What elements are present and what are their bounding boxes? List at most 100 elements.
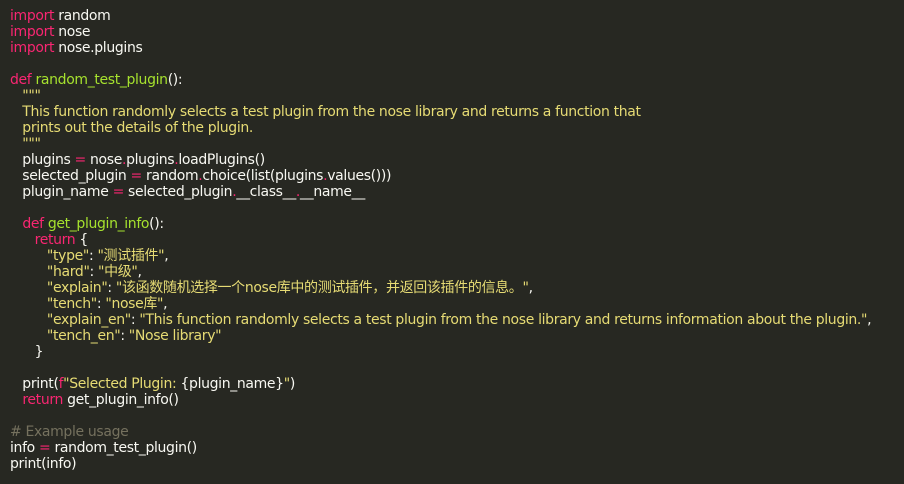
code-token-str: """ — [10, 88, 41, 104]
code-token-tx — [10, 312, 47, 328]
code-token-str: This function randomly selects a test pl… — [10, 104, 641, 120]
code-token-tx: __class__ — [236, 184, 296, 200]
code-editor[interactable]: import random import nose import nose.plug… — [0, 0, 904, 484]
code-token-str: "该函数随机选择一个nose库中的测试插件，并返回该插件的信息。" — [115, 280, 529, 296]
code-token-kw: def — [10, 72, 32, 88]
code-token-cm: # Example usage — [10, 424, 129, 440]
code-token-str: "tench" — [46, 296, 97, 312]
code-token-tx: info — [10, 440, 39, 456]
code-token-tx: print(info) — [10, 456, 77, 472]
code-token-tx: (): — [167, 72, 183, 88]
code-line: "tench": "nose库", — [10, 296, 904, 312]
code-token-tx: { — [75, 232, 88, 248]
code-line: import nose.plugins — [10, 40, 904, 56]
code-token-str: "中级" — [98, 264, 138, 280]
code-token-tx: random_test_plugin() — [50, 440, 197, 456]
code-token-tx: values())) — [327, 168, 392, 184]
code-token-tx: nose — [54, 24, 91, 40]
code-token-tx — [10, 248, 47, 264]
code-token-tx: , — [867, 312, 872, 328]
code-line: "type": "测试插件", — [10, 248, 904, 264]
code-token-str: "This function randomly selects a test p… — [139, 312, 868, 328]
code-token-tx: : — [89, 264, 99, 280]
code-token-kw: import — [10, 8, 55, 24]
code-line: # Example usage — [10, 424, 904, 440]
code-line: def get_plugin_info(): — [10, 216, 904, 232]
code-line: plugin_name = selected_plugin.__class__.… — [10, 184, 904, 200]
code-line: return get_plugin_info() — [10, 392, 904, 408]
code-token-tx — [10, 264, 47, 280]
code-token-tx: random — [54, 8, 111, 24]
code-line: "explain": "该函数随机选择一个nose库中的测试插件，并返回该插件的… — [10, 280, 904, 296]
code-token-str: "explain" — [46, 280, 108, 296]
code-line: print(f"Selected Plugin: {plugin_name}") — [10, 376, 904, 392]
code-token-tx: , — [528, 280, 533, 296]
code-token-tx: nose.plugins — [54, 40, 143, 56]
code-token-kw: = — [74, 152, 87, 168]
code-token-tx — [10, 296, 47, 312]
code-token-fn: get_plugin_info — [47, 216, 150, 232]
code-token-str: """ — [10, 136, 41, 152]
code-token-tx — [10, 216, 22, 232]
code-token-tx: ) — [289, 376, 295, 392]
code-line: def random_test_plugin(): — [10, 72, 904, 88]
code-token-tx: : — [107, 280, 116, 296]
code-token-tx: plugins — [126, 152, 175, 168]
code-token-tx: print( — [10, 376, 59, 392]
code-line: info = random_test_plugin() — [10, 440, 904, 456]
code-token-str: "explain_en" — [46, 312, 131, 328]
code-token-tx — [10, 392, 22, 408]
code-token-str: "hard" — [46, 264, 90, 280]
code-token-tx: plugins — [10, 152, 75, 168]
code-token-str: "Nose library" — [128, 328, 222, 344]
code-token-tx: } — [10, 344, 44, 360]
code-line: """ — [10, 136, 904, 152]
code-token-tx: selected_plugin — [10, 168, 131, 184]
code-line: "hard": "中级", — [10, 264, 904, 280]
code-token-tx — [10, 232, 35, 248]
code-token-tx: random — [141, 168, 199, 184]
code-token-str: "测试插件" — [97, 248, 165, 264]
code-line: import random — [10, 8, 904, 24]
code-line: plugins = nose.plugins.loadPlugins() — [10, 152, 904, 168]
code-token-kw: def — [22, 216, 44, 232]
code-token-tx: nose — [85, 152, 122, 168]
code-token-str: prints out the details of the plugin. — [10, 120, 254, 136]
code-line: print(info) — [10, 456, 904, 472]
code-token-str: "Selected Plugin: — [63, 376, 181, 392]
code-token-kw: return — [22, 392, 64, 408]
code-token-kw: = — [130, 168, 143, 184]
code-line: This function randomly selects a test pl… — [10, 104, 904, 120]
code-token-fn: random_test_plugin — [35, 72, 169, 88]
code-line: import nose — [10, 24, 904, 40]
code-line: prints out the details of the plugin. — [10, 120, 904, 136]
code-token-kw: import — [10, 40, 55, 56]
code-line: selected_plugin = random.choice(list(plu… — [10, 168, 904, 184]
code-line: "explain_en": "This function randomly se… — [10, 312, 904, 328]
code-token-str: "tench_en" — [46, 328, 121, 344]
code-token-str: "nose库" — [105, 296, 164, 312]
code-token-kw: return — [34, 232, 76, 248]
code-token-tx — [10, 328, 47, 344]
code-line: } — [10, 344, 904, 360]
code-token-tx: loadPlugins() — [178, 152, 265, 168]
code-line: return { — [10, 232, 904, 248]
code-token-kw: import — [10, 24, 55, 40]
code-token-tx: , — [137, 264, 142, 280]
code-token-tx: __name__ — [300, 184, 365, 200]
code-token-kw: = — [38, 440, 51, 456]
code-token-tx: choice(list(plugins — [202, 168, 324, 184]
code-token-tx: (): — [149, 216, 164, 232]
code-token-tx — [10, 280, 47, 296]
code-token-tx: selected_plugin — [123, 184, 233, 200]
code-token-tx: , — [164, 248, 169, 264]
code-token-tx: plugin_name — [10, 184, 113, 200]
code-token-tx: get_plugin_info() — [63, 392, 179, 408]
code-line: "tench_en": "Nose library" — [10, 328, 904, 344]
code-token-kw: = — [112, 184, 125, 200]
code-token-tx: , — [163, 296, 168, 312]
